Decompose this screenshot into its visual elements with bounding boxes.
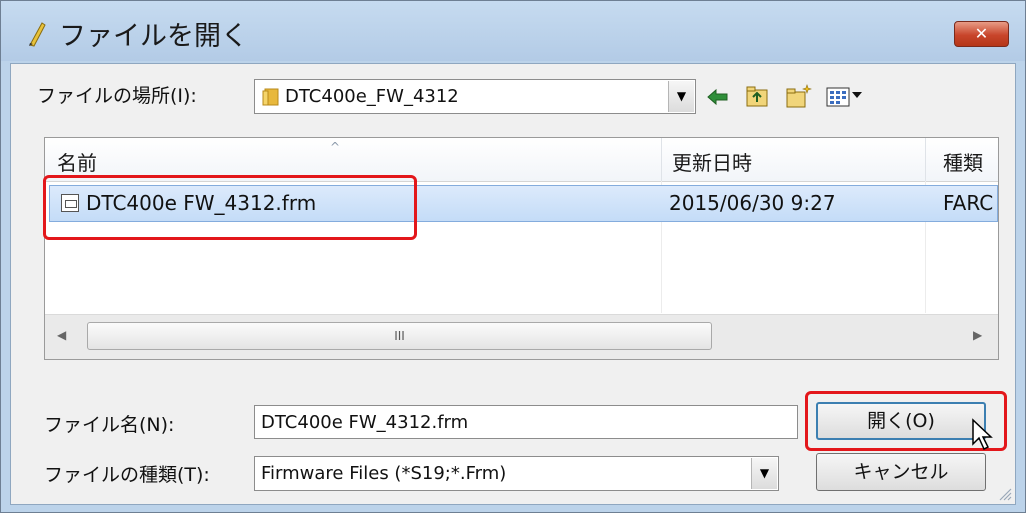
close-button[interactable]: ✕ — [954, 21, 1009, 47]
dialog-title: ファイルを開く — [59, 21, 248, 52]
file-modified: 2015/06/30 9:27 — [669, 191, 836, 215]
location-label: ファイルの場所(I): — [37, 85, 197, 107]
filetype-value: Firmware Files (*S19;*.Frm) — [261, 463, 507, 484]
dialog-body: ファイルの場所(I): DTC400e_FW_4312 ▼ 名前 ^ 更新日時 … — [10, 63, 1016, 505]
horizontal-scrollbar[interactable]: ◀ III ▶ — [45, 314, 998, 359]
column-header-type[interactable]: 種類 — [943, 147, 983, 176]
view-menu-icon[interactable] — [825, 84, 865, 110]
list-header: 名前 ^ 更新日時 種類 — [45, 138, 998, 182]
filename-field[interactable]: DTC400e FW_4312.frm — [254, 405, 798, 439]
scroll-left-icon[interactable]: ◀ — [57, 328, 66, 342]
header-divider — [661, 138, 662, 181]
new-folder-icon[interactable] — [785, 84, 813, 110]
location-dropdown-icon[interactable]: ▼ — [668, 81, 694, 112]
sort-ascending-icon: ^ — [330, 140, 341, 154]
file-name: DTC400e FW_4312.frm — [86, 191, 317, 215]
folder-icon — [262, 88, 279, 106]
file-type: FARC — [943, 191, 994, 215]
scroll-thumb[interactable]: III — [87, 322, 712, 350]
filetype-label: ファイルの種類(T): — [44, 464, 210, 486]
mouse-cursor-icon — [972, 418, 993, 451]
up-folder-icon[interactable] — [745, 84, 771, 110]
header-divider — [925, 138, 926, 181]
open-file-dialog: ファイルを開く ✕ ファイルの場所(I): DTC400e_FW_4312 ▼ — [0, 0, 1026, 513]
file-icon — [61, 194, 79, 212]
back-icon[interactable] — [705, 84, 731, 110]
location-combo[interactable]: DTC400e_FW_4312 ▼ — [254, 79, 696, 114]
filename-label: ファイル名(N): — [44, 414, 175, 436]
location-value: DTC400e_FW_4312 — [285, 86, 459, 107]
title-bar[interactable]: ファイルを開く ✕ — [1, 1, 1025, 61]
scroll-right-icon[interactable]: ▶ — [973, 328, 982, 342]
filetype-combo[interactable]: Firmware Files (*S19;*.Frm) ▼ — [254, 456, 779, 491]
column-header-name[interactable]: 名前 — [57, 147, 97, 176]
column-header-modified[interactable]: 更新日時 — [672, 147, 752, 176]
cancel-button[interactable]: キャンセル — [816, 453, 986, 491]
app-icon — [29, 22, 46, 47]
filename-value: DTC400e FW_4312.frm — [261, 412, 469, 433]
file-list[interactable]: 名前 ^ 更新日時 種類 DTC400e FW_4312.frm 2015/06… — [44, 137, 999, 360]
filetype-dropdown-icon[interactable]: ▼ — [751, 458, 777, 489]
table-row[interactable]: DTC400e FW_4312.frm 2015/06/30 9:27 FARC — [49, 185, 998, 222]
resize-grip-icon[interactable] — [996, 485, 1012, 501]
open-button[interactable]: 開く(O) — [816, 402, 986, 440]
